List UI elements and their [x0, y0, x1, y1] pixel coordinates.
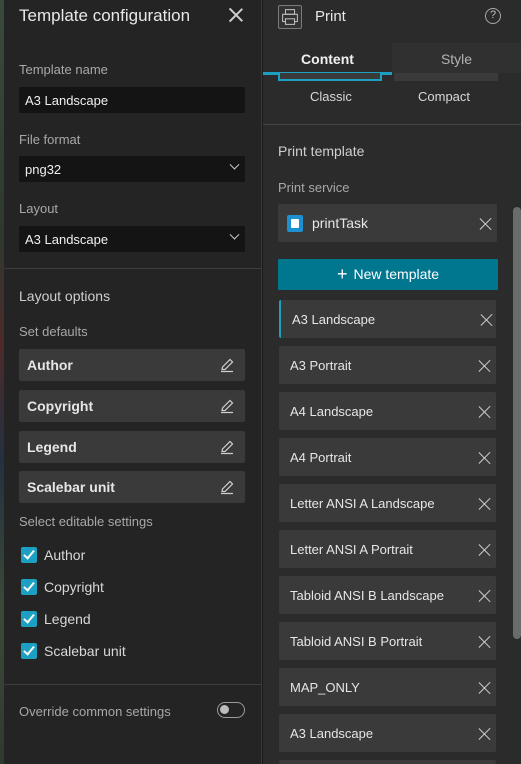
- file-format-label: File format: [19, 132, 81, 147]
- template-label: A4 Landscape: [290, 404, 374, 419]
- section-divider: [4, 684, 262, 685]
- close-icon[interactable]: [226, 5, 246, 25]
- classic-thumbnail[interactable]: [278, 73, 382, 81]
- default-author-label: Author: [27, 357, 73, 373]
- print-service-label: Print service: [278, 180, 350, 195]
- template-item[interactable]: A3 Landscape: [279, 300, 496, 338]
- template-name-value: A3 Landscape: [25, 93, 109, 108]
- compact-label: Compact: [418, 89, 471, 104]
- remove-icon[interactable]: [478, 451, 492, 465]
- checkbox-label: Author: [44, 547, 86, 563]
- template-item[interactable]: A3 Landscape: [279, 714, 496, 752]
- print-header: Print ?: [263, 0, 521, 35]
- template-item[interactable]: Letter ANSI A Landscape: [279, 484, 496, 522]
- new-template-label: New template: [353, 266, 440, 282]
- file-format-value: png32: [25, 162, 62, 177]
- template-label: Tabloid ANSI B Landscape: [290, 588, 444, 603]
- file-format-select[interactable]: png32: [19, 156, 245, 182]
- template-item[interactable]: A4 Landscape: [279, 392, 496, 430]
- remove-icon[interactable]: [478, 359, 492, 373]
- default-copyright-label: Copyright: [27, 398, 94, 414]
- default-author-row[interactable]: Author: [19, 349, 245, 381]
- template-label: A3 Landscape: [292, 312, 376, 327]
- checkbox-label: Copyright: [44, 579, 104, 595]
- remove-icon[interactable]: [478, 635, 492, 649]
- remove-icon[interactable]: [478, 589, 492, 603]
- print-service-item[interactable]: printTask: [278, 204, 497, 242]
- tab-content[interactable]: Content: [263, 43, 392, 73]
- override-label: Override common settings: [19, 704, 171, 719]
- print-title: Print: [315, 8, 346, 25]
- layout-select[interactable]: A3 Landscape: [19, 226, 245, 252]
- remove-icon[interactable]: [478, 497, 492, 511]
- template-label: A4 Portrait: [290, 450, 352, 465]
- chevron-down-icon: [229, 229, 240, 240]
- layout-value: A3 Landscape: [25, 232, 109, 247]
- edit-pencil-icon[interactable]: [219, 357, 235, 373]
- new-template-button[interactable]: + New template: [278, 259, 498, 290]
- template-item[interactable]: Letter ANSI A Portrait: [279, 530, 496, 568]
- layout-style-options: Classic Compact: [263, 73, 521, 125]
- template-item[interactable]: A3 Portrait: [279, 346, 496, 384]
- print-template-title: Print template: [278, 143, 365, 159]
- template-label: A3 Portrait: [290, 358, 352, 373]
- checkbox-checked[interactable]: [21, 579, 37, 595]
- remove-icon[interactable]: [480, 313, 494, 327]
- remove-icon[interactable]: [478, 727, 492, 741]
- remove-icon[interactable]: [478, 543, 492, 557]
- layout-label: Layout: [19, 201, 59, 216]
- layout-options-title: Layout options: [19, 288, 111, 304]
- service-icon: [287, 215, 303, 232]
- classic-label: Classic: [310, 89, 352, 104]
- default-scalebar-row[interactable]: Scalebar unit: [19, 471, 245, 503]
- panel-header: Template configuration: [4, 0, 262, 31]
- template-label: A3 Landscape: [290, 726, 374, 741]
- edit-pencil-icon[interactable]: [219, 398, 235, 414]
- template-item[interactable]: Tabloid ANSI B Landscape: [279, 576, 496, 614]
- default-legend-label: Legend: [27, 439, 77, 455]
- print-panel: Print ? Content Style Classic Compact Pr…: [263, 0, 521, 764]
- panel-title: Template configuration: [19, 6, 191, 25]
- template-item[interactable]: [279, 760, 496, 764]
- template-item[interactable]: A4 Portrait: [279, 438, 496, 476]
- remove-icon[interactable]: [478, 681, 492, 695]
- tab-style[interactable]: Style: [392, 43, 521, 73]
- template-label: Letter ANSI A Landscape: [290, 496, 435, 511]
- remove-icon[interactable]: [478, 405, 492, 419]
- tab-bar: Content Style: [263, 43, 521, 75]
- set-defaults-label: Set defaults: [19, 324, 88, 339]
- template-configuration-panel: Template configuration Template name A3 …: [4, 0, 262, 764]
- template-label: MAP_ONLY: [290, 680, 360, 695]
- checkbox-checked[interactable]: [21, 643, 37, 659]
- override-toggle-switch[interactable]: [217, 702, 245, 718]
- section-divider: [4, 268, 262, 269]
- help-icon[interactable]: ?: [485, 8, 501, 24]
- edit-pencil-icon[interactable]: [219, 439, 235, 455]
- app-root: Template configuration Template name A3 …: [0, 0, 521, 764]
- checkbox-label: Scalebar unit: [44, 643, 126, 659]
- checkbox-checked[interactable]: [21, 611, 37, 627]
- compact-thumbnail[interactable]: [394, 73, 498, 81]
- template-name-input[interactable]: A3 Landscape: [19, 87, 245, 113]
- template-item[interactable]: Tabloid ANSI B Portrait: [279, 622, 496, 660]
- chevron-down-icon: [229, 159, 240, 170]
- template-label: Tabloid ANSI B Portrait: [290, 634, 423, 649]
- print-service-value: printTask: [312, 215, 369, 231]
- vertical-scrollbar[interactable]: [513, 207, 521, 639]
- template-item[interactable]: MAP_ONLY: [279, 668, 496, 706]
- template-label: Letter ANSI A Portrait: [290, 542, 413, 557]
- select-editable-label: Select editable settings: [19, 514, 153, 529]
- template-name-label: Template name: [19, 62, 108, 77]
- plus-icon: +: [336, 264, 348, 284]
- edit-pencil-icon[interactable]: [219, 479, 235, 495]
- checkbox-label: Legend: [44, 611, 91, 627]
- default-scalebar-label: Scalebar unit: [27, 479, 115, 495]
- remove-icon[interactable]: [479, 217, 493, 231]
- checkbox-checked[interactable]: [21, 547, 37, 563]
- printer-icon: [278, 5, 302, 29]
- default-legend-row[interactable]: Legend: [19, 431, 245, 463]
- default-copyright-row[interactable]: Copyright: [19, 390, 245, 422]
